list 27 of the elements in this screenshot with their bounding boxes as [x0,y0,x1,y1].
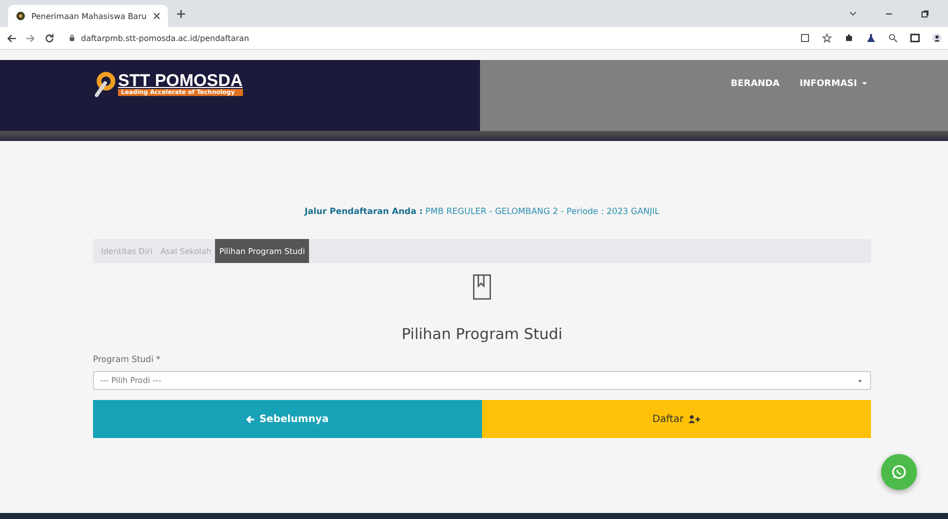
phone-chat-icon [889,462,909,482]
site-icon [16,11,26,21]
caret-icon [861,81,868,86]
field-label: Program Studi * [93,355,160,365]
reload-icon[interactable] [44,32,55,44]
register-button[interactable]: Daftar [482,400,871,438]
section-title: Pilihan Program Studi [402,325,562,343]
program-select[interactable]: --- Pilih Prodi --- [93,371,871,390]
nav-link[interactable]: INFORMASI [800,78,868,88]
back-icon[interactable] [6,32,17,44]
nav-link[interactable]: BERANDA [730,78,780,88]
plus-icon[interactable] [176,8,186,18]
star-icon[interactable] [822,33,832,43]
restore-icon[interactable] [920,8,930,18]
forward-icon[interactable] [25,32,36,44]
chevron-icon[interactable] [848,8,858,18]
share-icon[interactable] [800,33,810,43]
bookmark-icon [471,273,493,301]
profile-icon[interactable] [932,33,942,43]
add-user-icon [688,414,701,424]
registration-path-text: Jalur Pendaftaran Anda : PMB REGULER - GELOMBANG 2 - Periode : 2023 GANJIL [304,207,660,217]
step-tab[interactable]: Pilihan Program Studi [215,239,309,263]
arrow-left-icon [246,414,256,424]
previous-button[interactable]: Sebelumnya [93,400,482,438]
close-icon[interactable] [152,12,160,20]
search-icon[interactable] [888,33,898,43]
panel-icon[interactable] [910,33,920,43]
